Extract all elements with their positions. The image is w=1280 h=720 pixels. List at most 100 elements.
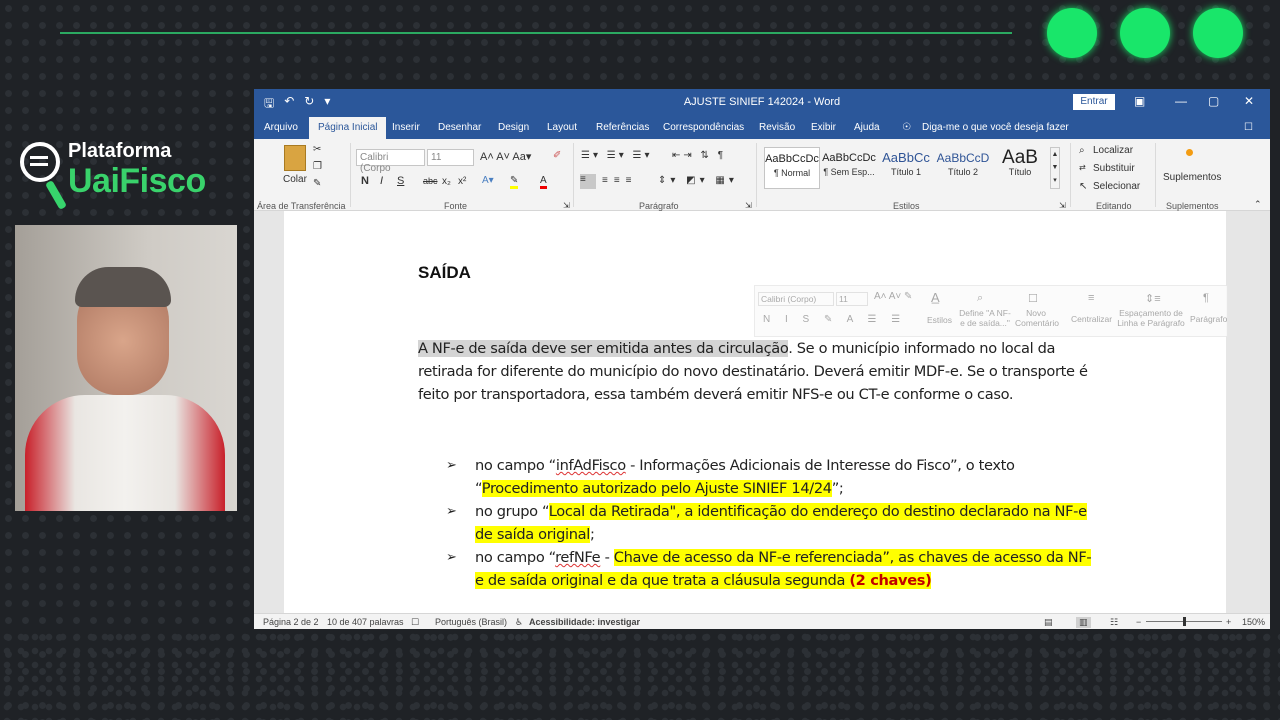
- tab-arquivo[interactable]: Arquivo: [264, 122, 298, 133]
- mini-center-button[interactable]: Centralizar: [1071, 314, 1112, 324]
- bullet3-field: refNFe: [555, 549, 601, 566]
- style-preview: AaBbCcD: [936, 151, 990, 165]
- format-painter-icon[interactable]: ✎: [313, 178, 321, 189]
- bold-icon[interactable]: N: [361, 175, 369, 187]
- cut-icon[interactable]: ✂: [313, 144, 321, 155]
- indent-icons[interactable]: ⇤⇥ ⇅ ¶: [672, 150, 726, 161]
- addins-button[interactable]: Suplementos: [1163, 172, 1221, 183]
- bullet1-highlight: Procedimento autorizado pelo Ajuste SINI…: [481, 480, 832, 497]
- mini-format-icons[interactable]: N I S ✎ A ☰ ☰: [763, 314, 906, 325]
- bullet3-red: (2 chaves): [849, 572, 932, 589]
- mini-spacing-button[interactable]: Espaçamento de Linha e Parágrafo: [1117, 308, 1185, 328]
- tab-pagina-inicial[interactable]: Página Inicial: [309, 117, 387, 139]
- subscript-icon[interactable]: x₂: [442, 176, 451, 187]
- web-layout-icon[interactable]: ☷: [1110, 617, 1118, 628]
- style-name: ¶ Sem Esp...: [823, 167, 875, 177]
- tab-inserir[interactable]: Inserir: [392, 122, 420, 133]
- print-layout-icon[interactable]: ▥: [1076, 617, 1091, 628]
- mini-styles-label[interactable]: Estilos: [927, 315, 952, 325]
- paragraph-dialog-launcher-icon[interactable]: ⇲: [745, 201, 752, 210]
- find-button[interactable]: Localizar: [1093, 145, 1133, 156]
- align-icons[interactable]: ≡≡≡: [602, 175, 638, 186]
- style-normal[interactable]: AaBbCcDc ¶ Normal: [764, 147, 820, 189]
- font-size-select[interactable]: 11: [427, 149, 474, 166]
- proofing-icon[interactable]: ☐: [411, 617, 419, 628]
- document-page[interactable]: SAÍDA Calibri (Corpo) 11 A˄ A˅ ✎ N I S ✎…: [284, 211, 1228, 613]
- close-icon[interactable]: ✕: [1244, 94, 1254, 108]
- mini-define-button[interactable]: Define "A NF-e de saída...": [958, 308, 1012, 328]
- zoom-slider-handle[interactable]: [1183, 617, 1186, 626]
- list-buttons-icon[interactable]: ☰▾ ☰▾ ☰▾: [581, 150, 653, 161]
- mini-font-grow-icon[interactable]: A˄ A˅ ✎: [874, 291, 912, 302]
- comments-icon[interactable]: ☐: [1244, 122, 1253, 133]
- magnifier-handle: [45, 180, 67, 210]
- underline-icon[interactable]: S: [397, 175, 404, 187]
- minimize-icon[interactable]: —: [1175, 94, 1187, 108]
- highlight-icon[interactable]: ✎: [510, 175, 519, 189]
- paragraph-group-label: Parágrafo: [639, 201, 679, 211]
- style-name: Título 1: [890, 167, 921, 177]
- language[interactable]: Português (Brasil): [435, 617, 507, 627]
- font-color-icon[interactable]: A: [540, 175, 547, 189]
- zoom-out-icon[interactable]: −: [1136, 617, 1141, 627]
- decorative-line: [60, 32, 1012, 34]
- replace-button[interactable]: Substituir: [1093, 163, 1135, 174]
- mini-new-comment-button[interactable]: Novo Comentário: [1015, 308, 1059, 328]
- paste-button[interactable]: Colar: [283, 174, 307, 185]
- addins-icon: [1186, 149, 1193, 156]
- ribbon-display-icon[interactable]: ▣: [1134, 94, 1145, 108]
- tab-desenhar[interactable]: Desenhar: [438, 122, 481, 133]
- read-mode-icon[interactable]: ▤: [1044, 617, 1053, 628]
- magnifier-icon: [20, 142, 60, 182]
- tab-referencias[interactable]: Referências: [596, 122, 649, 133]
- font-dialog-launcher-icon[interactable]: ⇲: [563, 201, 570, 210]
- collapse-ribbon-icon[interactable]: ⌃: [1254, 199, 1262, 210]
- tab-exibir[interactable]: Exibir: [811, 122, 836, 133]
- word-count[interactable]: 10 de 407 palavras: [327, 617, 404, 627]
- tab-ajuda[interactable]: Ajuda: [854, 122, 880, 133]
- superscript-icon[interactable]: x²: [458, 176, 466, 187]
- tab-correspondencias[interactable]: Correspondências: [663, 122, 744, 133]
- tab-layout[interactable]: Layout: [547, 122, 577, 133]
- style-sem-espacamento[interactable]: AaBbCcDc ¶ Sem Esp...: [821, 147, 877, 189]
- bullet2-highlight: Local da Retirada", a identificação do e…: [475, 503, 1087, 543]
- clear-format-icon[interactable]: ✐: [553, 150, 561, 161]
- copy-icon[interactable]: ❐: [313, 161, 322, 172]
- tab-design[interactable]: Design: [498, 122, 529, 133]
- mini-font-select[interactable]: Calibri (Corpo): [758, 292, 834, 306]
- style-titulo-1[interactable]: AaBbCc Título 1: [878, 147, 934, 189]
- mini-paragraph-button[interactable]: Parágrafo: [1190, 314, 1227, 324]
- style-preview: AaBbCcDc: [822, 152, 876, 164]
- replace-icon: ⇄: [1079, 163, 1086, 172]
- font-name-select[interactable]: Calibri (Corpo: [356, 149, 425, 174]
- italic-icon[interactable]: I: [380, 175, 383, 187]
- accessibility-status[interactable]: Acessibilidade: investigar: [529, 617, 640, 627]
- tab-revisao[interactable]: Revisão: [759, 122, 795, 133]
- select-button[interactable]: Selecionar: [1093, 181, 1140, 192]
- style-name: Título 2: [947, 167, 978, 177]
- grow-font-icon[interactable]: A˄ A˅ Aa▾: [480, 150, 531, 163]
- maximize-icon[interactable]: ▢: [1208, 94, 1219, 108]
- webcam-video: [15, 225, 237, 511]
- mini-styles-icon[interactable]: A̲: [931, 290, 940, 305]
- title-bar: 🖫 ↶ ↻ ▾ AJUSTE SINIEF 142024 - Word Entr…: [254, 89, 1270, 115]
- zoom-in-icon[interactable]: +: [1226, 617, 1231, 627]
- mini-size-select[interactable]: 11: [836, 292, 868, 306]
- spacing-shading-border-icons[interactable]: ⇕▾ ◩▾ ▦▾: [658, 175, 738, 186]
- signin-button[interactable]: Entrar: [1073, 94, 1115, 110]
- text-effects-icon[interactable]: A▾: [482, 175, 494, 186]
- styles-scroll[interactable]: ▲ ▼ ▾: [1050, 147, 1060, 189]
- accessibility-icon: ♿: [515, 617, 524, 627]
- style-titulo[interactable]: AaB Título: [992, 147, 1048, 189]
- style-titulo-2[interactable]: AaBbCcD Título 2: [935, 147, 991, 189]
- page-count[interactable]: Página 2 de 2: [263, 617, 319, 627]
- select-icon: ↖: [1079, 181, 1088, 192]
- align-left-icon[interactable]: ≡: [580, 174, 596, 189]
- paste-icon[interactable]: [284, 145, 306, 171]
- arrow-bullet-icon: ➢: [446, 504, 457, 519]
- tell-me-search[interactable]: Diga-me o que você deseja fazer: [922, 122, 1069, 133]
- styles-dialog-launcher-icon[interactable]: ⇲: [1059, 201, 1066, 210]
- zoom-level[interactable]: 150%: [1242, 617, 1265, 627]
- strikethrough-icon[interactable]: abc: [423, 176, 438, 186]
- bullet-list: ➢ no campo “infAdFisco - Informações Adi…: [446, 454, 1094, 592]
